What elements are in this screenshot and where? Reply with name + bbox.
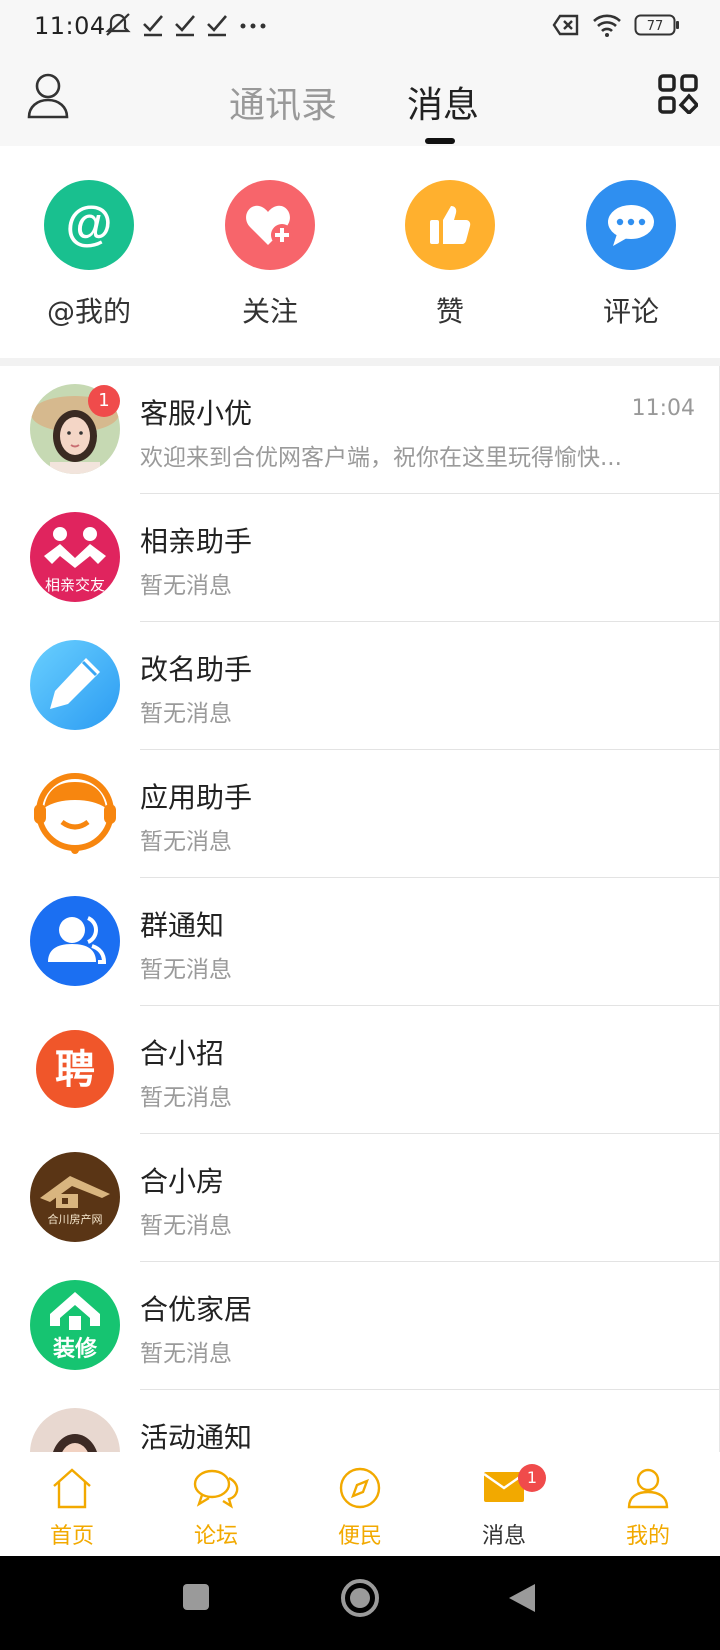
- system-nav-bar: [0, 1556, 720, 1650]
- tab-label: 论坛: [193, 1524, 238, 1549]
- avatar: [30, 1408, 120, 1452]
- unread-badge: 1: [88, 385, 120, 417]
- mute-icon: [104, 12, 132, 42]
- avatar: 聘: [30, 1024, 120, 1114]
- quick-action-comments[interactable]: 评论: [566, 180, 696, 330]
- headset-assistant-icon: [30, 768, 120, 858]
- message-sender: 活动通知: [140, 1421, 253, 1452]
- message-preview: 暂无消息: [140, 1341, 232, 1367]
- check-icon: [142, 13, 164, 41]
- svg-text:装修: 装修: [53, 1336, 98, 1362]
- quick-action-follow[interactable]: 关注: [205, 180, 335, 330]
- chat-bubble-icon: [586, 180, 676, 270]
- list-item[interactable]: 应用助手 暂无消息: [0, 750, 719, 878]
- tab-messages-bottom[interactable]: 1 消息: [432, 1452, 576, 1556]
- top-nav: 通讯录 消息: [0, 54, 720, 146]
- bottom-tab-bar: 首页 论坛 便民 1 消息 我的: [0, 1452, 720, 1556]
- tab-contacts[interactable]: 通讯录: [229, 76, 337, 128]
- message-sender: 合优家居: [140, 1293, 253, 1326]
- tab-label: 首页: [49, 1524, 94, 1549]
- message-preview: 欢迎来到合优网客户端，祝你在这里玩得愉快...: [140, 445, 622, 471]
- list-item[interactable]: 合川房产网 合小房 暂无消息: [0, 1134, 719, 1262]
- list-item[interactable]: 1 客服小优 欢迎来到合优网客户端，祝你在这里玩得愉快... 11:04: [0, 366, 719, 494]
- message-preview: 暂无消息: [140, 1213, 232, 1239]
- list-item[interactable]: 装修 合优家居 暂无消息: [0, 1262, 719, 1390]
- quick-action-label: 评论: [602, 295, 659, 328]
- tab-home[interactable]: 首页: [0, 1452, 144, 1556]
- status-time: 11:04: [34, 12, 106, 40]
- pencil-icon: [30, 640, 120, 730]
- list-item[interactable]: 活动通知: [0, 1390, 719, 1452]
- home-icon: [50, 1466, 94, 1514]
- message-preview: 暂无消息: [140, 1085, 232, 1111]
- message-preview: 暂无消息: [140, 573, 232, 599]
- message-sender: 相亲助手: [140, 525, 253, 558]
- tab-label: 消息: [481, 1524, 526, 1549]
- sim-off-icon: [552, 14, 580, 40]
- message-sender: 改名助手: [140, 653, 253, 686]
- battery-icon: 77: [634, 14, 680, 40]
- compass-icon: [338, 1466, 382, 1514]
- message-sender: 客服小优: [140, 397, 253, 430]
- message-sender: 合小房: [140, 1165, 225, 1198]
- person-icon: [626, 1466, 670, 1514]
- more-icon: [238, 13, 268, 41]
- recents-icon[interactable]: [181, 1582, 211, 1616]
- unread-badge: 1: [518, 1464, 546, 1492]
- tab-services[interactable]: 便民: [288, 1452, 432, 1556]
- list-item[interactable]: 群通知 暂无消息: [0, 878, 719, 1006]
- thumbs-up-icon: [405, 180, 495, 270]
- message-sender: 合小招: [140, 1037, 225, 1070]
- grid-menu-icon[interactable]: [658, 74, 700, 116]
- quick-action-mentions[interactable]: @ @我的: [24, 180, 154, 330]
- list-item[interactable]: 改名助手 暂无消息: [0, 622, 719, 750]
- profile-icon[interactable]: [26, 72, 70, 120]
- svg-text:77: 77: [647, 19, 664, 34]
- svg-text:@: @: [66, 198, 113, 251]
- check-icon: [174, 13, 196, 41]
- home-button-icon[interactable]: [340, 1578, 380, 1622]
- tab-forum[interactable]: 论坛: [144, 1452, 288, 1556]
- message-sender: 应用助手: [140, 781, 253, 814]
- svg-text:相亲交友: 相亲交友: [45, 576, 105, 594]
- list-item[interactable]: 聘 合小招 暂无消息: [0, 1006, 719, 1134]
- svg-text:合川房产网: 合川房产网: [48, 1212, 103, 1226]
- avatar: 合川房产网: [30, 1152, 120, 1242]
- message-sender: 群通知: [140, 909, 225, 942]
- check-icon: [206, 13, 228, 41]
- tab-me[interactable]: 我的: [576, 1452, 720, 1556]
- quick-action-likes[interactable]: 赞: [385, 180, 515, 330]
- avatar: 相亲交友: [30, 512, 120, 602]
- message-preview: 暂无消息: [140, 829, 232, 855]
- back-icon[interactable]: [507, 1582, 537, 1618]
- heart-plus-icon: [225, 180, 315, 270]
- message-preview: 暂无消息: [140, 957, 232, 983]
- tab-indicator: [425, 138, 455, 144]
- message-list: 1 客服小优 欢迎来到合优网客户端，祝你在这里玩得愉快... 11:04 相亲交…: [0, 366, 720, 1452]
- tab-messages[interactable]: 消息: [407, 76, 479, 128]
- quick-actions: @ @我的 关注 赞 评论: [0, 146, 720, 358]
- quick-action-label: 赞: [435, 295, 464, 328]
- message-preview: 暂无消息: [140, 701, 232, 727]
- group-icon: [30, 896, 120, 986]
- list-item[interactable]: 相亲交友 相亲助手 暂无消息: [0, 494, 719, 622]
- tab-label: 我的: [625, 1524, 670, 1549]
- wifi-icon: [592, 13, 622, 41]
- svg-text:聘: 聘: [55, 1047, 95, 1093]
- at-icon: @: [44, 180, 134, 270]
- quick-action-label: 关注: [241, 295, 298, 328]
- message-time: 11:04: [631, 396, 695, 421]
- forum-icon: [192, 1466, 240, 1514]
- avatar: 装修: [30, 1280, 120, 1370]
- quick-action-label: @我的: [46, 295, 131, 328]
- status-bar: 11:04 77: [0, 0, 720, 54]
- tab-label: 便民: [337, 1524, 382, 1549]
